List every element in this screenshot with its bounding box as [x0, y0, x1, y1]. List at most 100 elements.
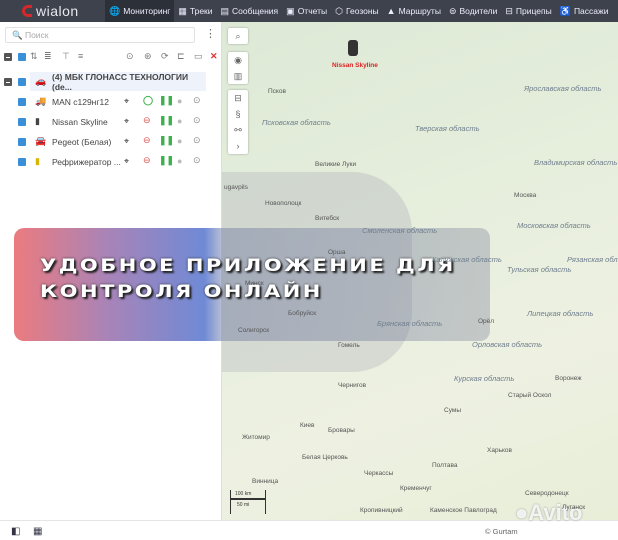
search-input[interactable]: 🔍 Поиск — [5, 27, 195, 43]
nav-reports[interactable]: ▣ Отчеты — [282, 0, 331, 22]
close-icon[interactable]: ✕ — [210, 51, 218, 62]
nav-label: Водители — [459, 6, 498, 16]
unit-name: Pegeot (Белая) — [52, 136, 112, 147]
nav-geofences[interactable]: ⬡ Геозоны — [331, 0, 383, 22]
command-icon[interactable]: ⊙ — [193, 135, 201, 146]
eye-icon[interactable]: ◉ — [234, 52, 242, 68]
locate-icon[interactable]: ⌖ — [124, 156, 129, 167]
top-nav-bar: wialon 🌐 Мониторинг ▦ Треки ▤ Сообщения ▣ От… — [0, 0, 618, 22]
region-label: Тверская область — [415, 124, 480, 133]
geofence-icon: ⬡ — [335, 5, 343, 16]
car-icon: ▮ — [35, 116, 40, 126]
city-label: Псков — [268, 88, 286, 95]
dot-icon: ● — [177, 136, 183, 146]
city-label: Великие Луки — [315, 161, 357, 168]
city-label: Минск — [245, 280, 264, 287]
scale-mi: 50 mi — [237, 502, 250, 508]
collapse-group-button[interactable] — [4, 78, 12, 86]
nav-tracks[interactable]: ▦ Треки — [174, 0, 216, 22]
command-icon[interactable]: ⊙ — [193, 155, 201, 166]
truck-icon: 🚚 — [35, 96, 47, 106]
region-label: Курская область — [454, 374, 515, 383]
region-label: Брянская область — [377, 319, 443, 328]
signal-icon: ❚❚ — [159, 135, 175, 145]
moving-status-icon: ◯ — [143, 95, 154, 105]
add-all-icon[interactable]: ≡ — [78, 51, 83, 61]
group-name: (4) МБК ГЛОНАСС ТЕХНОЛОГИИ (de... — [52, 71, 189, 92]
unit-group-row[interactable]: 🚗 (4) МБК ГЛОНАСС ТЕХНОЛОГИИ (de... — [30, 71, 206, 92]
nav-passengers[interactable]: ♿ Пассажи — [556, 0, 613, 22]
unit-checkbox[interactable] — [18, 98, 26, 106]
route-icon[interactable]: § — [235, 106, 240, 122]
unit-checkbox[interactable] — [18, 118, 26, 126]
nav-trailers[interactable]: ⊟ Прицепы — [501, 0, 555, 22]
map-search-button[interactable]: ⌕ — [228, 28, 248, 44]
belarus-region — [222, 172, 412, 372]
dot-icon: ● — [177, 156, 183, 166]
city-label: Витебск — [315, 215, 340, 222]
city-label: Москва — [514, 192, 537, 199]
region-label: Московская область — [517, 221, 591, 230]
connection-icon[interactable]: ⟳ — [161, 51, 169, 62]
more-menu-icon[interactable]: ⋮ — [205, 27, 216, 40]
nav-routes[interactable]: ▲ Маршруты — [383, 0, 445, 22]
locate-icon[interactable]: ⌖ — [124, 136, 129, 147]
nav-label: Прицепы — [515, 6, 552, 16]
nav-label: Геозоны — [345, 6, 379, 16]
city-label: Каменское Павлоград — [430, 507, 497, 514]
stopped-status-icon: ⊖ — [143, 115, 151, 125]
unit-name: MAN с129нг12 — [52, 96, 109, 107]
vehicle-marker[interactable] — [348, 40, 358, 56]
grid-icon[interactable]: ▦ — [33, 526, 42, 537]
city-label: Сумы — [444, 407, 462, 414]
units-icon[interactable]: ⚯ — [234, 122, 242, 138]
unit-checkbox[interactable] — [18, 158, 26, 166]
command-icon[interactable]: ⊙ — [193, 115, 201, 126]
ruler-icon[interactable]: ⊟ — [234, 90, 242, 106]
city-label: Бровары — [328, 427, 355, 434]
command-icon[interactable]: ⊙ — [193, 95, 201, 106]
city-label: Чернигов — [338, 382, 367, 389]
add-unit-icon[interactable]: ⊤ — [62, 51, 70, 62]
trailer-icon: ⊟ — [505, 5, 513, 16]
device-icon[interactable]: ⊏ — [177, 51, 185, 62]
nav-monitoring[interactable]: 🌐 Мониторинг — [105, 0, 175, 22]
locate-icon[interactable]: ⊙ — [126, 51, 134, 62]
ignition-icon[interactable]: ⊛ — [144, 51, 152, 62]
map-icon[interactable]: ▥ — [234, 68, 243, 84]
nav-drivers[interactable]: ⊜ Водители — [445, 0, 501, 22]
map[interactable]: Nissan Skyline Псков Великие Луки Москва… — [222, 22, 618, 520]
chevron-right-icon[interactable]: › — [237, 138, 240, 154]
select-all-checkbox[interactable] — [18, 53, 26, 61]
city-label: Луганск — [562, 504, 586, 511]
delete-icon[interactable]: ▭ — [194, 51, 203, 62]
region-label: Орловская область — [472, 340, 543, 349]
map-scale: 100 km 50 mi — [230, 490, 266, 514]
search-icon: ⌕ — [235, 31, 241, 41]
unit-name: Рефрижератор ... — [52, 156, 121, 167]
city-label: Кременчуг — [400, 485, 432, 492]
city-label: Харьков — [487, 447, 512, 454]
city-label: ugavpils — [224, 184, 248, 191]
signal-icon: ❚❚ — [159, 115, 175, 125]
routes-icon: ▲ — [386, 6, 396, 16]
nav-label: Пассажи — [573, 6, 609, 16]
refrigerator-truck-icon: ▮ — [35, 156, 40, 166]
nav-messages[interactable]: ▤ Сообщения — [217, 0, 283, 22]
panel-toggle-icon[interactable]: ◧ — [11, 526, 20, 537]
sort-az-icon[interactable]: ⇅ — [30, 51, 38, 62]
stopped-status-icon: ⊖ — [143, 155, 151, 165]
unit-checkbox[interactable] — [18, 138, 26, 146]
wialon-logo[interactable]: wialon — [0, 3, 105, 19]
region-label: Рязанская обл — [567, 255, 618, 264]
locate-icon[interactable]: ⌖ — [124, 96, 129, 107]
globe-icon: 🌐 — [109, 5, 121, 16]
city-label: Полтава — [432, 462, 458, 469]
collapse-all-button[interactable] — [4, 53, 12, 61]
group-checkbox[interactable] — [18, 78, 26, 86]
dot-icon: ● — [177, 116, 183, 126]
city-label: Новополоцк — [265, 200, 302, 207]
region-label: Липецкая область — [527, 309, 594, 318]
locate-icon[interactable]: ⌖ — [124, 116, 129, 127]
sort-list-icon[interactable]: ≣ — [44, 51, 52, 62]
